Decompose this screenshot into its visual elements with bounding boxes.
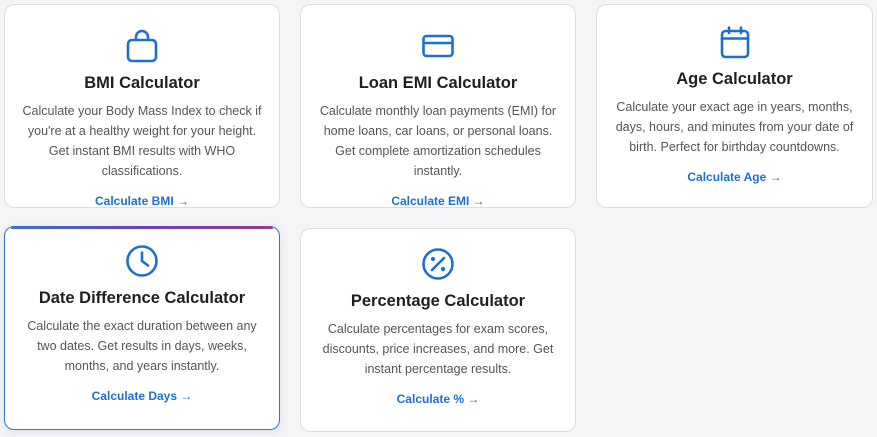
loan-emi-calculator-card[interactable]: Loan EMI Calculator Calculate monthly lo… xyxy=(300,4,576,208)
calculate-percentage-link[interactable]: Calculate % → xyxy=(397,392,480,406)
card-description: Calculate the exact duration between any… xyxy=(27,319,257,373)
calculate-emi-link[interactable]: Calculate EMI → xyxy=(391,194,484,208)
calculate-age-link[interactable]: Calculate Age → xyxy=(687,170,781,184)
credit-card-icon xyxy=(420,28,456,64)
card-title: BMI Calculator xyxy=(84,74,200,92)
percent-icon xyxy=(420,246,456,282)
clock-icon xyxy=(124,243,160,279)
calculate-bmi-link[interactable]: Calculate BMI → xyxy=(95,194,189,208)
card-description: Calculate your Body Mass Index to check … xyxy=(22,104,262,178)
card-description: Calculate percentages for exam scores, d… xyxy=(322,322,554,376)
card-description: Calculate monthly loan payments (EMI) fo… xyxy=(319,104,557,178)
bmi-calculator-card[interactable]: BMI Calculator Calculate your Body Mass … xyxy=(4,4,280,208)
briefcase-icon xyxy=(124,28,160,64)
age-calculator-card[interactable]: Age Calculator Calculate your exact age … xyxy=(596,4,873,208)
card-description: Calculate your exact age in years, month… xyxy=(615,100,854,154)
calendar-icon xyxy=(717,24,753,60)
card-title: Loan EMI Calculator xyxy=(358,74,518,92)
card-title: Date Difference Calculator xyxy=(38,289,246,307)
percentage-calculator-card[interactable]: Percentage Calculator Calculate percenta… xyxy=(300,228,576,432)
card-title: Percentage Calculator xyxy=(350,292,526,310)
date-difference-calculator-card[interactable]: Date Difference Calculator Calculate the… xyxy=(4,226,280,430)
card-title: Age Calculator xyxy=(676,70,793,88)
calculate-days-link[interactable]: Calculate Days → xyxy=(92,389,193,403)
